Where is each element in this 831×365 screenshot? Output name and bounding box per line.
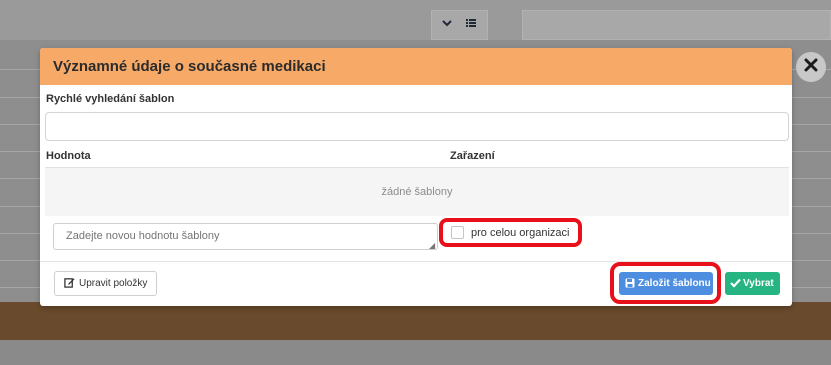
background-toolbar-panel [522, 10, 831, 40]
resize-handle-icon[interactable]: ◢ [429, 241, 435, 250]
template-modal: Významné údaje o současné medikaci Rychl… [40, 48, 792, 306]
org-wide-checkbox-label[interactable]: pro celou organizaci [471, 227, 569, 239]
create-template-button[interactable]: Založit šablonu [619, 272, 713, 295]
checkmark-icon [730, 275, 741, 293]
edit-items-label: Upravit položky [79, 278, 148, 289]
background-toolbar-group [431, 10, 488, 40]
chevron-down-icon [441, 17, 453, 32]
empty-table-message: žádné šablony [381, 186, 453, 198]
quick-search-label: Rychlé vyhledání šablon [46, 93, 175, 105]
modal-close-button[interactable] [796, 52, 826, 82]
quick-search-input[interactable] [45, 112, 789, 141]
background-footer [0, 340, 831, 365]
select-button[interactable]: Vybrat [725, 272, 780, 295]
column-header-value: Hodnota [46, 150, 91, 162]
select-label: Vybrat [743, 278, 774, 289]
table-empty-row: žádné šablony [45, 168, 789, 216]
close-icon [804, 58, 818, 77]
new-template-value-input[interactable] [53, 223, 438, 250]
edit-icon [64, 275, 75, 293]
edit-items-button[interactable]: Upravit položky [54, 271, 157, 296]
create-template-label: Založit šablonu [638, 278, 711, 289]
modal-header: Významné údaje o současné medikaci [40, 48, 792, 85]
save-icon [625, 275, 635, 293]
background-brown-band [0, 302, 831, 340]
list-icon [465, 17, 477, 32]
modal-title: Významné údaje o současné medikaci [53, 58, 326, 75]
org-wide-checkbox[interactable] [451, 226, 464, 239]
column-header-category: Zařazení [450, 150, 495, 162]
